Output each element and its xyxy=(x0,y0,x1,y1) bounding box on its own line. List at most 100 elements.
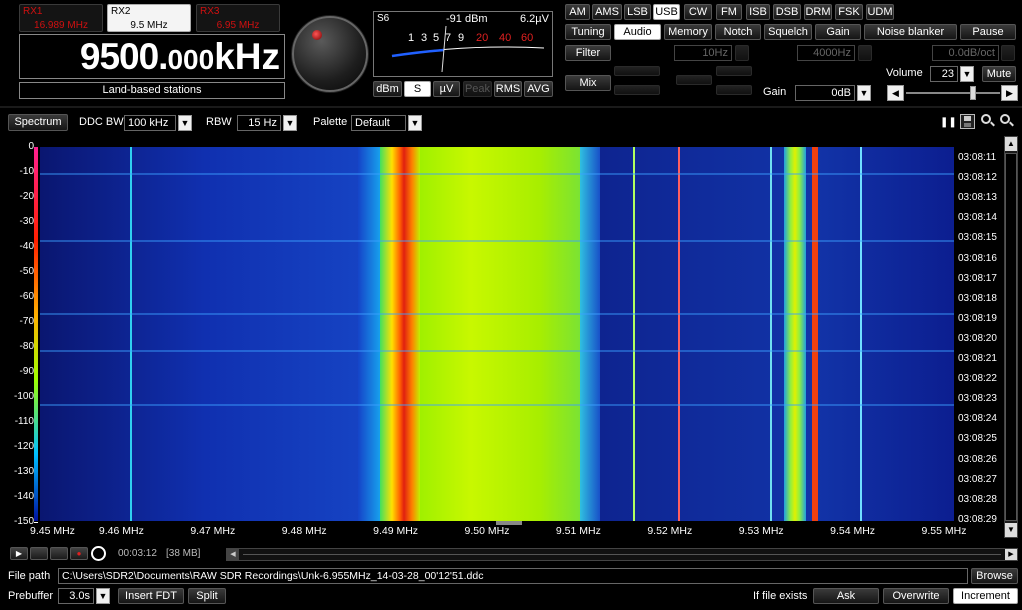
mode-fsk-button[interactable]: FSK xyxy=(835,4,863,20)
browse-button[interactable]: Browse xyxy=(971,568,1018,584)
mode-usb-button[interactable]: USB xyxy=(653,4,680,20)
volume-slider-thumb[interactable] xyxy=(970,86,976,100)
stop-button[interactable] xyxy=(30,547,48,560)
prebuffer-field[interactable]: 3.0s xyxy=(58,588,94,604)
playback-right-arrow[interactable]: ▶ xyxy=(1005,549,1017,560)
mode-drm-button[interactable]: DRM xyxy=(804,4,832,20)
tab-noise-blanker[interactable]: Noise blanker xyxy=(864,24,957,40)
x-axis-label: 9.53 MHz xyxy=(738,525,784,537)
tab-tuning[interactable]: Tuning xyxy=(565,24,611,40)
frequency-unit: kHz xyxy=(214,36,280,77)
tuning-knob[interactable] xyxy=(292,16,368,92)
mix-slot-5[interactable] xyxy=(716,85,752,95)
scroll-down-arrow[interactable]: ▼ xyxy=(1005,523,1017,537)
mode-ams-button[interactable]: AMS xyxy=(592,4,622,20)
meter-s-button[interactable]: S xyxy=(404,81,431,97)
x-axis: 9.45 MHz 9.46 MHz 9.47 MHz 9.48 MHz 9.49 MHz… xyxy=(30,522,966,542)
save-icon[interactable] xyxy=(960,114,975,129)
mode-fm-button[interactable]: FM xyxy=(716,4,742,20)
overwrite-button[interactable]: Overwrite xyxy=(883,588,949,604)
waterfall[interactable] xyxy=(40,147,954,521)
gain-dropdown[interactable]: ▼ xyxy=(857,85,871,101)
ddc-bw-field[interactable]: 100 kHz xyxy=(124,115,176,131)
record-button[interactable]: ● xyxy=(70,547,88,560)
x-axis-label: 9.47 MHz xyxy=(190,525,236,537)
loop-icon[interactable] xyxy=(91,546,106,561)
playback-scrollbar[interactable]: ◀ ▶ xyxy=(226,548,1018,561)
mix-slot-1[interactable] xyxy=(614,66,660,76)
mix-slot-4[interactable] xyxy=(716,66,752,76)
pause-view-icon[interactable]: ❚❚ xyxy=(940,116,957,130)
playback-left-arrow[interactable]: ◀ xyxy=(227,549,239,560)
gain-field[interactable]: 0dB xyxy=(795,85,855,101)
high-cut-field[interactable]: 4000Hz xyxy=(797,45,855,61)
mute-button[interactable]: Mute xyxy=(982,66,1016,82)
slope-dropdown[interactable] xyxy=(1001,45,1015,61)
y-axis: 0 -10 -20 -30 -40 -50 -60 -70 -80 -90 -100 -110 -120… xyxy=(0,138,38,528)
mode-isb-button[interactable]: ISB xyxy=(746,4,770,20)
mode-dsb-button[interactable]: DSB xyxy=(773,4,801,20)
meter-avg-button[interactable]: AVG xyxy=(524,81,553,97)
volume-field[interactable]: 23 xyxy=(930,66,958,82)
tab-gain[interactable]: Gain xyxy=(815,24,861,40)
split-button[interactable]: Split xyxy=(188,588,226,604)
mode-lsb-button[interactable]: LSB xyxy=(624,4,651,20)
tab-audio[interactable]: Audio xyxy=(614,24,661,40)
wf-noise-streak xyxy=(40,173,954,175)
meter-uv-button[interactable]: µV xyxy=(433,81,460,97)
mode-udm-button[interactable]: UDM xyxy=(866,4,894,20)
tab-memory[interactable]: Memory xyxy=(664,24,712,40)
rx2-tab[interactable]: RX2 9.5 MHz xyxy=(107,4,191,32)
play-button[interactable]: ▶ xyxy=(10,547,28,560)
playback-track-line xyxy=(243,554,1001,555)
file-path-field[interactable]: C:\Users\SDR2\Documents\RAW SDR Recordin… xyxy=(58,568,968,584)
mix-button[interactable]: Mix xyxy=(565,75,611,91)
volume-slider-track[interactable] xyxy=(906,86,1000,100)
zoom-in-icon[interactable] xyxy=(981,114,995,128)
rx1-tab[interactable]: RX1 16.989 MHz xyxy=(19,4,103,32)
wf-noise-right xyxy=(600,147,954,521)
x-axis-label: 9.52 MHz xyxy=(647,525,693,537)
meter-peak-button[interactable]: Peak xyxy=(463,81,492,97)
timestamp-label: 03:08:17 xyxy=(958,272,997,284)
palette-dropdown[interactable]: ▼ xyxy=(408,115,422,131)
wf-noise-streak xyxy=(40,240,954,242)
mix-slot-2[interactable] xyxy=(614,85,660,95)
divider xyxy=(0,106,1022,108)
ask-button[interactable]: Ask xyxy=(813,588,879,604)
high-cut-dropdown[interactable] xyxy=(858,45,872,61)
rbw-label: RBW xyxy=(206,116,232,128)
y-axis-label: -20 xyxy=(19,191,34,202)
timestamp-label: 03:08:15 xyxy=(958,232,997,244)
volume-dropdown[interactable]: ▼ xyxy=(960,66,974,82)
mode-cw-button[interactable]: CW xyxy=(684,4,712,20)
frequency-display[interactable]: 9500.000kHz xyxy=(19,34,285,79)
pause-button[interactable] xyxy=(50,547,68,560)
insert-fdt-button[interactable]: Insert FDT xyxy=(118,588,184,604)
prebuffer-dropdown[interactable]: ▼ xyxy=(96,588,110,604)
mode-am-button[interactable]: AM xyxy=(565,4,590,20)
ddc-bw-dropdown[interactable]: ▼ xyxy=(178,115,192,131)
meter-dbm-button[interactable]: dBm xyxy=(373,81,402,97)
tab-squelch[interactable]: Squelch xyxy=(764,24,812,40)
tab-notch[interactable]: Notch xyxy=(715,24,761,40)
slope-field[interactable]: 0.0dB/oct xyxy=(932,45,999,61)
tab-pause[interactable]: Pause xyxy=(960,24,1016,40)
volume-left-arrow[interactable]: ◀ xyxy=(887,85,904,101)
low-cut-field[interactable]: 10Hz xyxy=(674,45,732,61)
zoom-out-icon[interactable] xyxy=(1000,114,1014,128)
palette-field[interactable]: Default xyxy=(351,115,406,131)
filter-button[interactable]: Filter xyxy=(565,45,611,61)
increment-button[interactable]: Increment xyxy=(953,588,1018,604)
spectrum-button[interactable]: Spectrum xyxy=(8,114,68,131)
rbw-dropdown[interactable]: ▼ xyxy=(283,115,297,131)
meter-rms-button[interactable]: RMS xyxy=(494,81,522,97)
rbw-field[interactable]: 15 Hz xyxy=(237,115,281,131)
scroll-thumb[interactable] xyxy=(1005,153,1017,521)
volume-right-arrow[interactable]: ▶ xyxy=(1001,85,1018,101)
vertical-scrollbar[interactable]: ▲ ▼ xyxy=(1004,136,1018,538)
scroll-up-arrow[interactable]: ▲ xyxy=(1005,137,1017,151)
rx3-tab[interactable]: RX3 6.95 MHz xyxy=(196,4,280,32)
mix-slot-3[interactable] xyxy=(676,75,712,85)
low-cut-dropdown[interactable] xyxy=(735,45,749,61)
